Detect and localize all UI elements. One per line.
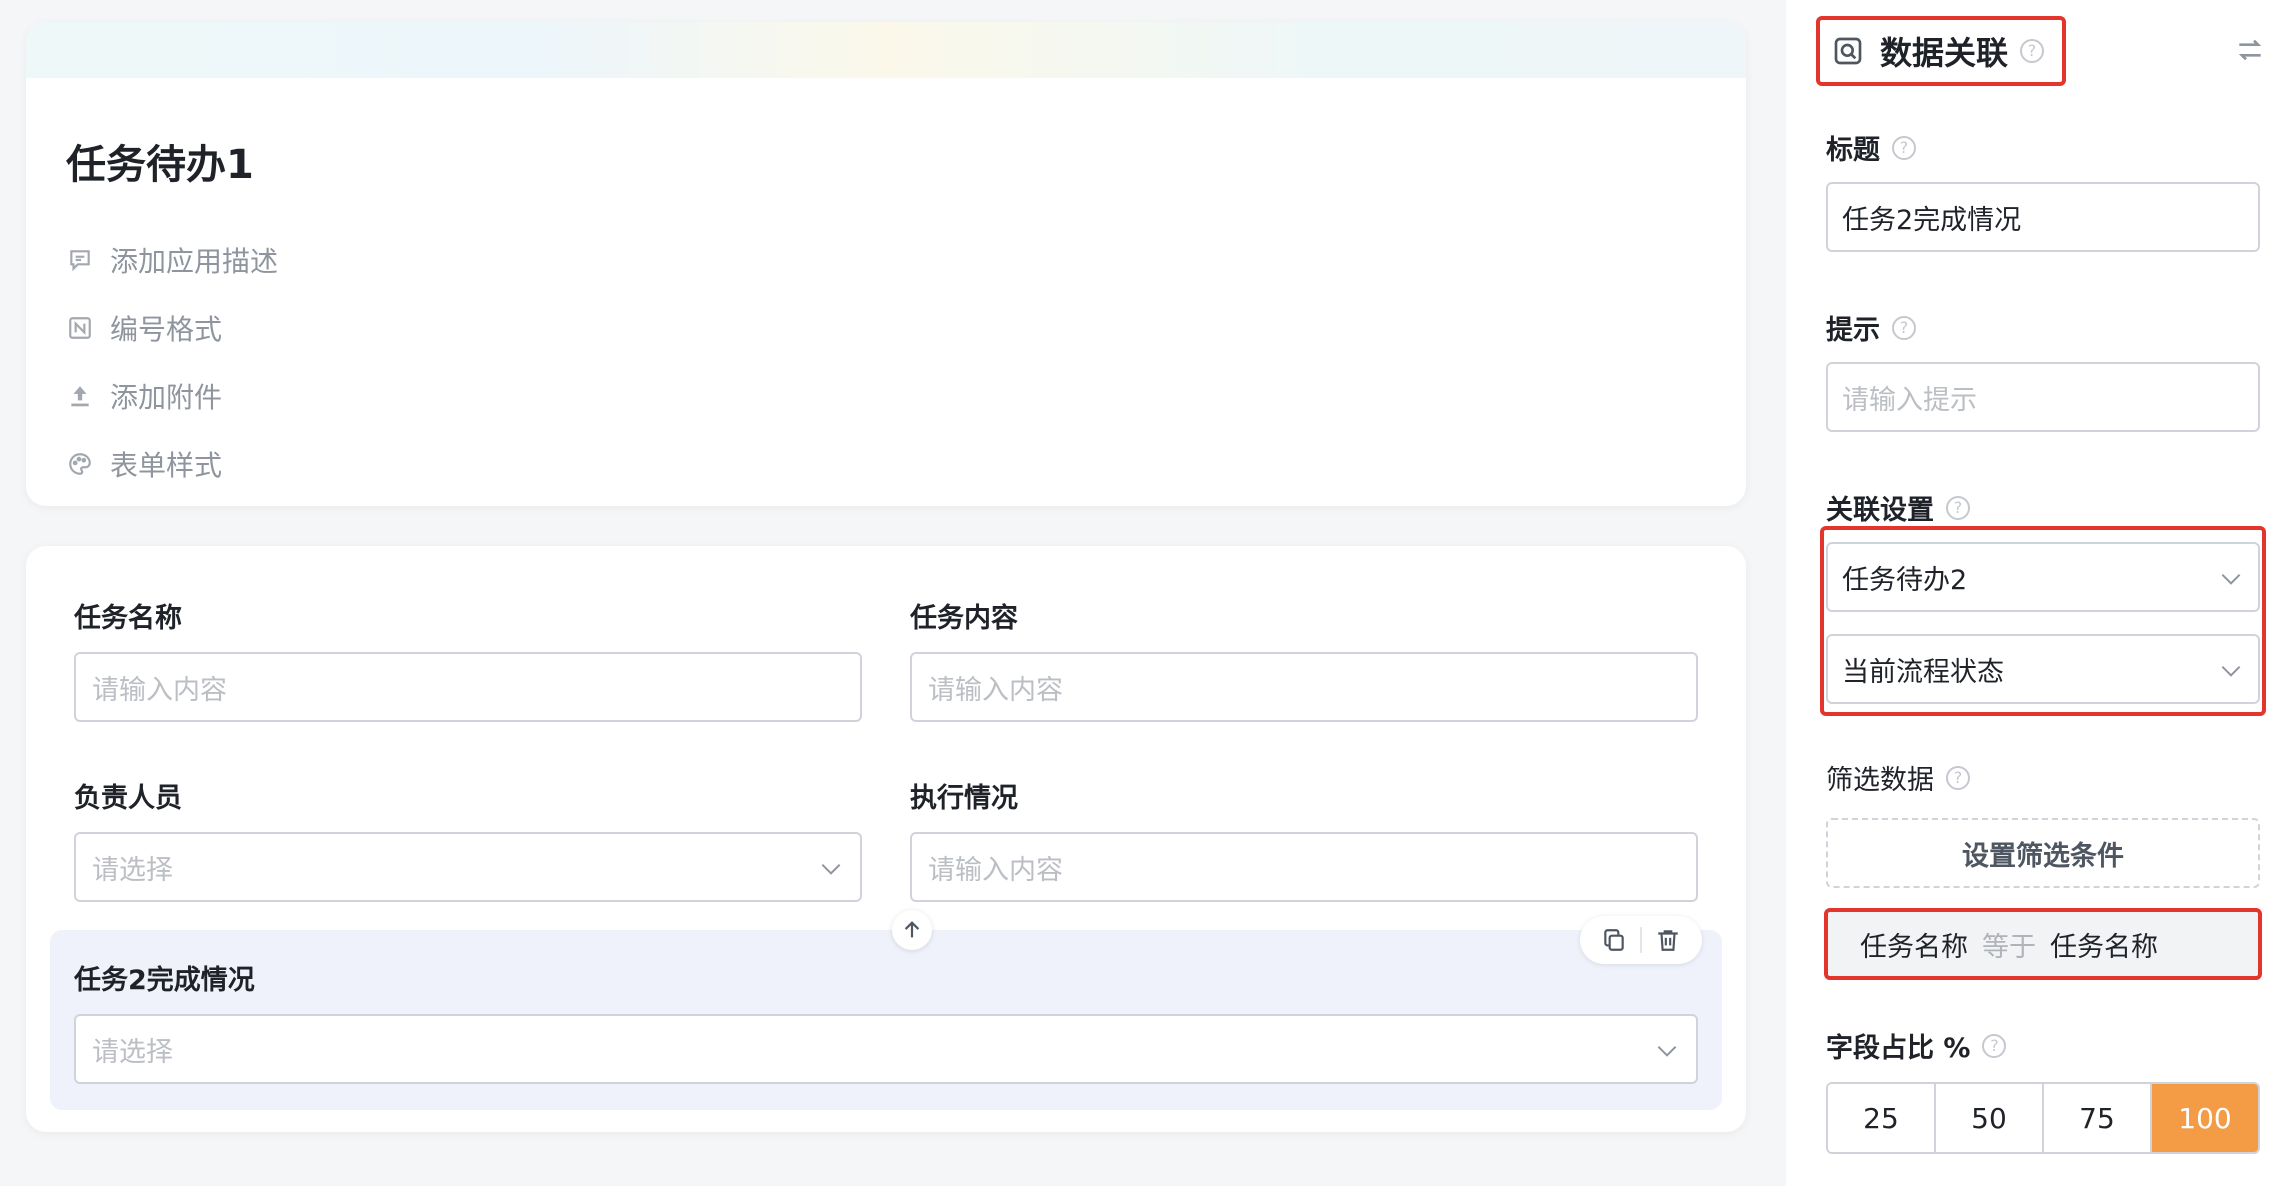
assoc-setting-label: 关联设置 ? — [1826, 488, 1970, 527]
properties-panel: 数据关联 ? 标题 ? 任务2完成情况 提示 ? 请输入提示 关联设置 ? 任务… — [1786, 0, 2294, 1186]
add-attachment-label: 添加附件 — [110, 381, 223, 414]
assoc-label-text: 关联设置 — [1826, 495, 1934, 526]
form-body-card: 任务名称 请输入内容 任务内容 请输入内容 负责人员 请选择 执行情况 请输入内… — [26, 546, 1746, 1132]
move-up-button[interactable] — [892, 910, 932, 950]
execution-placeholder: 请输入内容 — [928, 854, 1063, 886]
chevron-down-icon — [2221, 665, 2241, 677]
field-label-execution: 执行情况 — [910, 783, 1018, 814]
assoc-field-select[interactable]: 当前流程状态 — [1826, 634, 2260, 704]
number-format-icon — [66, 314, 94, 342]
task2-status-select[interactable]: 请选择 — [74, 1014, 1698, 1084]
form-style-link[interactable]: 表单样式 — [66, 444, 222, 484]
toolbar-divider — [1640, 927, 1642, 953]
help-icon[interactable]: ? — [2020, 39, 2045, 63]
field-label-task2-status: 任务2完成情况 — [74, 965, 255, 996]
copy-field-button[interactable] — [1600, 926, 1628, 954]
assoc-form-select[interactable]: 任务待办2 — [1826, 542, 2260, 612]
ratio-option-100[interactable]: 100 — [2152, 1084, 2258, 1152]
swap-icon[interactable] — [2234, 34, 2266, 66]
ratio-label-text: 字段占比 % — [1826, 1033, 1971, 1064]
hint-label-text: 提示 — [1826, 315, 1880, 346]
chevron-down-icon — [1657, 1045, 1677, 1057]
add-attachment-link[interactable]: 添加附件 — [66, 376, 222, 416]
form-header-card: 任务待办1 添加应用描述 编号格式 添加附件 表单样式 — [26, 22, 1746, 506]
copy-icon — [1604, 929, 1624, 951]
trash-icon — [1658, 930, 1678, 951]
chevron-down-icon — [821, 863, 841, 875]
selected-field-container[interactable]: 任务2完成情况 请选择 — [50, 930, 1722, 1110]
set-filter-button[interactable]: 设置筛选条件 — [1826, 818, 2260, 888]
delete-field-button[interactable] — [1654, 926, 1682, 954]
task2-status-placeholder: 请选择 — [92, 1036, 173, 1068]
arrow-up-icon — [904, 921, 920, 938]
hint-placeholder: 请输入提示 — [1842, 384, 1977, 416]
filter-label-text: 筛选数据 — [1826, 765, 1934, 796]
hint-setting-label: 提示 ? — [1826, 308, 1916, 347]
task-name-placeholder: 请输入内容 — [92, 674, 227, 706]
help-icon[interactable]: ? — [1892, 315, 1916, 340]
field-label-assignee: 负责人员 — [74, 783, 182, 814]
form-title[interactable]: 任务待办1 — [66, 132, 254, 190]
condition-value: 任务名称 — [2050, 931, 2158, 963]
assignee-placeholder: 请选择 — [92, 854, 173, 886]
ratio-option-50[interactable]: 50 — [1936, 1084, 2044, 1152]
add-description-link[interactable]: 添加应用描述 — [66, 240, 278, 280]
filter-condition-row[interactable]: 任务名称 等于 任务名称 — [1824, 908, 2262, 980]
number-format-link[interactable]: 编号格式 — [66, 308, 222, 348]
add-description-label: 添加应用描述 — [110, 245, 279, 278]
title-input-value: 任务2完成情况 — [1842, 204, 2022, 236]
field-label-task-name: 任务名称 — [74, 603, 182, 634]
chevron-down-icon — [2221, 573, 2241, 585]
help-icon[interactable]: ? — [1946, 765, 1970, 790]
panel-title-highlight: 数据关联 ? — [1816, 16, 2066, 86]
assoc-field-value: 当前流程状态 — [1842, 656, 2004, 688]
title-input[interactable]: 任务2完成情况 — [1826, 182, 2260, 252]
assoc-form-value: 任务待办2 — [1842, 564, 1968, 596]
data-link-icon — [1834, 37, 1862, 65]
form-banner — [26, 22, 1746, 78]
hint-input[interactable]: 请输入提示 — [1826, 362, 2260, 432]
filter-setting-label: 筛选数据 ? — [1826, 758, 1970, 797]
ratio-option-75[interactable]: 75 — [2044, 1084, 2152, 1152]
task-name-input[interactable]: 请输入内容 — [74, 652, 862, 722]
field-label-task-content: 任务内容 — [910, 603, 1018, 634]
title-label-text: 标题 — [1826, 135, 1880, 166]
execution-input[interactable]: 请输入内容 — [910, 832, 1698, 902]
help-icon[interactable]: ? — [1892, 135, 1916, 160]
task-content-placeholder: 请输入内容 — [928, 674, 1063, 706]
help-icon[interactable]: ? — [1946, 495, 1970, 520]
number-format-label: 编号格式 — [110, 313, 223, 346]
task-content-input[interactable]: 请输入内容 — [910, 652, 1698, 722]
title-setting-label: 标题 ? — [1826, 128, 1916, 167]
ratio-option-25[interactable]: 25 — [1828, 1084, 1936, 1152]
comment-icon — [66, 246, 94, 274]
condition-operator: 等于 — [1982, 931, 2036, 963]
condition-field: 任务名称 — [1860, 931, 1968, 963]
ratio-segmented-control: 25 50 75 100 — [1826, 1082, 2260, 1154]
assignee-select[interactable]: 请选择 — [74, 832, 862, 902]
form-style-label: 表单样式 — [110, 449, 223, 482]
panel-title: 数据关联 — [1880, 34, 2009, 72]
help-icon[interactable]: ? — [1982, 1033, 2007, 1058]
upload-icon — [66, 382, 94, 410]
field-actions-toolbar — [1580, 916, 1702, 964]
ratio-setting-label: 字段占比 % ? — [1826, 1026, 2007, 1065]
palette-icon — [66, 450, 94, 478]
